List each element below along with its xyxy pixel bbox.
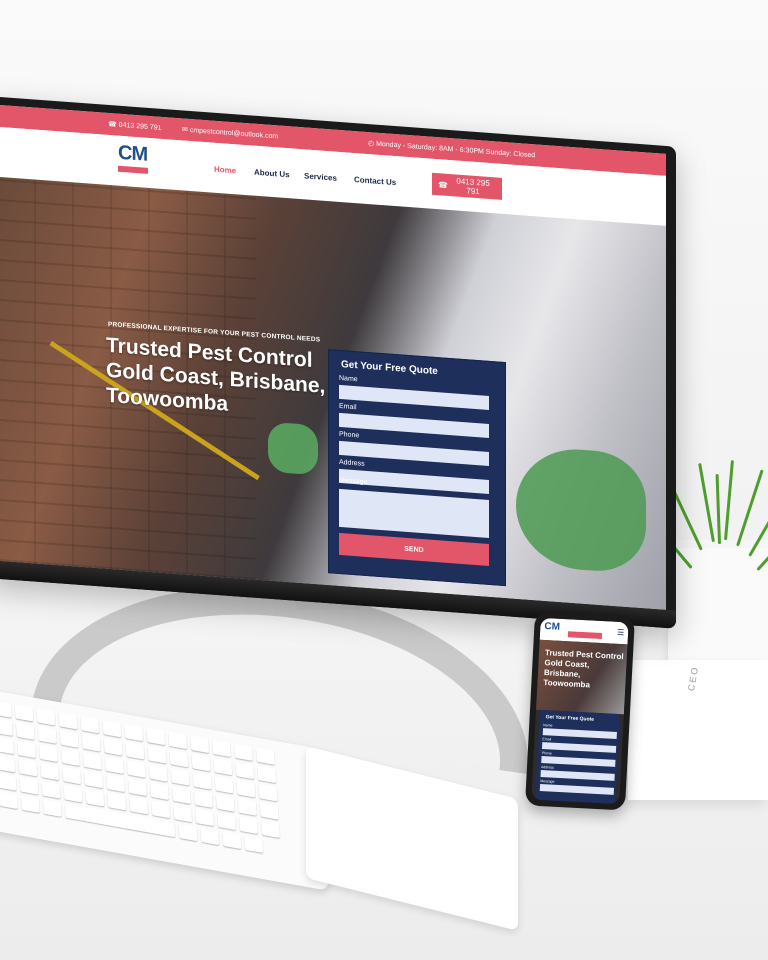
phone-form-title: Get Your Free Quote: [545, 714, 595, 723]
nav-about-us[interactable]: About Us: [254, 168, 290, 180]
hero-headline: Trusted Pest Control Gold Coast, Brisban…: [106, 333, 326, 416]
phone-headline: Trusted Pest Control Gold Coast, Brisban…: [543, 648, 624, 690]
nav-home[interactable]: Home: [214, 165, 236, 176]
monitor-screen: ☎ 0413 295 791 ✉ cmpestcontrol@outlook.c…: [0, 104, 666, 610]
monitor: ☎ 0413 295 791 ✉ cmpestcontrol@outlook.c…: [0, 96, 676, 629]
quote-form: Get Your Free Quote Name Email Phone Add…: [328, 349, 506, 587]
nav-contact-us[interactable]: Contact Us: [354, 175, 396, 187]
label-address: Address: [339, 458, 365, 468]
name-field[interactable]: [339, 384, 489, 410]
mockup-scene: CEO ☎ 0413 295 791 ✉ cmpestcontrol@outlo…: [0, 0, 768, 960]
white-box: [628, 660, 768, 800]
phone-label-phone: Phone: [541, 751, 552, 756]
phone-label-email: Email: [542, 737, 552, 742]
phone-quote-form: Get Your Free Quote Name Email Phone Add…: [535, 709, 620, 804]
quote-form-title: Get Your Free Quote: [341, 359, 438, 378]
label-email: Email: [339, 402, 357, 412]
topbar-email[interactable]: ✉ cmpestcontrol@outlook.com: [182, 125, 278, 140]
topbar-phone[interactable]: ☎ 0413 295 791: [108, 120, 162, 132]
glove-right: [516, 444, 646, 575]
call-button[interactable]: ☎ 0413 295 791: [432, 172, 502, 200]
email-field[interactable]: [339, 412, 489, 438]
phone-logo[interactable]: CM: [544, 621, 560, 633]
label-phone: Phone: [339, 430, 360, 440]
hamburger-icon[interactable]: ☰: [617, 628, 625, 637]
phone-label-name: Name: [543, 723, 553, 728]
send-button[interactable]: SEND: [339, 532, 489, 566]
hero-section: PROFESSIONAL EXPERTISE FOR YOUR PEST CON…: [0, 176, 666, 610]
label-message: Message: [339, 476, 368, 487]
glove-left: [268, 421, 318, 476]
phone-label-message: Message: [540, 779, 555, 784]
site-logo[interactable]: CM: [118, 142, 148, 178]
phone-message-field[interactable]: [539, 784, 615, 795]
smartphone: CM ☰ Trusted Pest Control Gold Coast, Br…: [524, 611, 636, 811]
nav-services[interactable]: Services: [304, 171, 337, 182]
phone-call-bar[interactable]: [567, 631, 603, 640]
phone-screen: CM ☰ Trusted Pest Control Gold Coast, Br…: [531, 617, 629, 805]
phone-name-field[interactable]: [542, 728, 617, 739]
message-field[interactable]: [339, 488, 489, 538]
label-name: Name: [339, 374, 358, 384]
phone-email-field[interactable]: [541, 742, 617, 753]
phone-label-address: Address: [540, 765, 554, 770]
